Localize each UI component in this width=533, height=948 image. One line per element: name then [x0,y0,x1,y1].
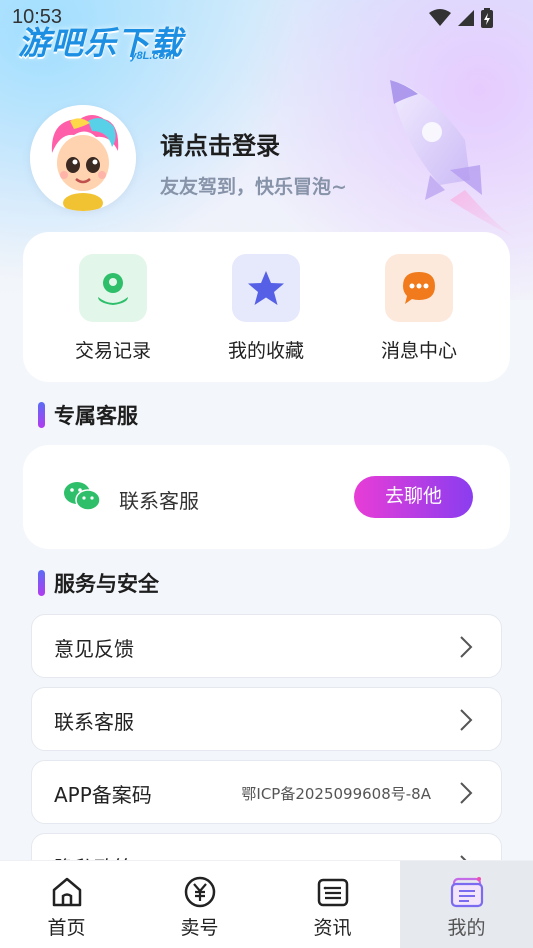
shortcut-label: 交易记录 [74,340,151,362]
contact-service-label: 联系客服 [119,489,199,513]
profile-subtitle: 友友驾到，快乐冒泡~ [160,176,347,198]
list-item-contact-service[interactable]: 联系客服 [31,687,502,751]
profile-cards-icon [450,877,483,908]
section-title-service-security: 服务与安全 [38,568,159,598]
section-accent-bar [38,402,45,428]
status-icons [429,8,493,28]
nav-item-mine[interactable]: 我的 [400,861,533,948]
yen-icon [184,876,215,908]
list-item-app-record-code[interactable]: APP备案码 鄂ICP备2025099608号-8A [31,760,502,824]
nav-label: 卖号 [180,917,219,939]
rocket-illustration [390,80,520,240]
signal-icon [458,10,474,26]
user-location-icon [98,273,128,305]
list-item-label: 意见反馈 [54,637,134,661]
bottom-nav: 首页 卖号 资讯 我的 [0,860,533,948]
wifi-icon [429,9,451,26]
favorites-tile [232,254,300,322]
section-title-exclusive-service: 专属客服 [38,400,138,430]
nav-item-news[interactable]: 资讯 [266,861,399,948]
shortcut-label: 我的收藏 [227,340,304,362]
wechat-icon [64,482,101,511]
chevron-right-icon [460,636,473,658]
nav-item-home[interactable]: 首页 [0,861,133,948]
shortcut-label: 消息中心 [380,340,457,362]
nav-label: 资讯 [313,917,352,939]
list-item-label: APP备案码 [54,783,152,807]
list-item-label: 联系客服 [54,710,134,734]
star-icon [248,271,284,305]
nav-label: 首页 [47,917,86,939]
section-accent-bar [38,570,45,596]
shortcut-messages[interactable]: 消息中心 [354,254,484,363]
messages-tile [385,254,453,322]
go-chat-button[interactable]: 去聊他 [354,476,473,518]
avatar[interactable] [30,105,136,211]
login-prompt[interactable]: 请点击登录 [160,126,280,161]
shortcut-card: 交易记录 我的收藏 消息中心 [23,232,510,382]
shortcut-trade-records[interactable]: 交易记录 [48,254,178,363]
app-logo: 游吧乐下载 y8L.com [18,18,183,66]
chevron-right-icon [460,709,473,731]
icp-record-number: 鄂ICP备2025099608号-8A [241,785,431,803]
trade-records-tile [79,254,147,322]
section-title-text: 专属客服 [54,404,138,428]
logo-domain: y8L.com [130,50,175,62]
cartoon-avatar-icon [30,105,136,211]
shortcut-favorites[interactable]: 我的收藏 [201,254,331,363]
list-item-feedback[interactable]: 意见反馈 [31,614,502,678]
section-title-text: 服务与安全 [54,572,159,596]
news-icon [317,878,348,907]
nav-item-sell-account[interactable]: 卖号 [133,861,266,948]
battery-icon [481,8,493,28]
chevron-right-icon [460,782,473,804]
home-icon [52,877,81,907]
contact-service-card: 联系客服 去聊他 [23,445,510,549]
nav-label: 我的 [447,917,486,939]
chat-bubble-icon [403,272,435,304]
